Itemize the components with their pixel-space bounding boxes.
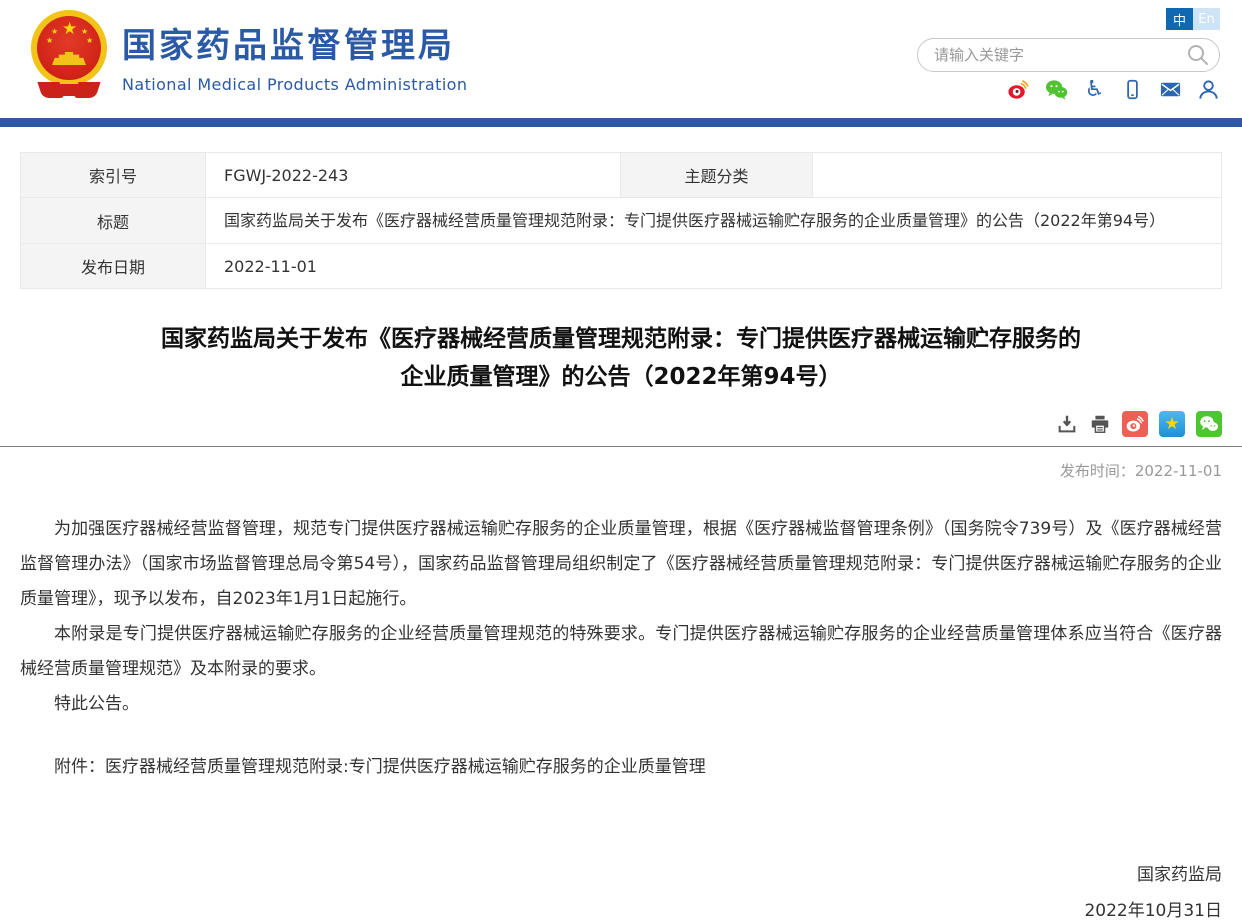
table-row: 索引号 FGWJ-2022-243 主题分类 bbox=[21, 153, 1222, 198]
user-icon[interactable] bbox=[1197, 78, 1220, 101]
wechat-share-icon[interactable] bbox=[1196, 411, 1222, 437]
emblem-star: ★ bbox=[86, 37, 93, 45]
emblem-star: ★ bbox=[81, 28, 88, 36]
article-paragraph: 本附录是专门提供医疗器械运输贮存服务的企业经营质量管理规范的特殊要求。专门提供医… bbox=[20, 617, 1222, 687]
download-icon[interactable] bbox=[1056, 413, 1078, 435]
wechat-icon[interactable] bbox=[1045, 78, 1068, 101]
meta-label-date: 发布日期 bbox=[21, 244, 206, 289]
title-divider bbox=[0, 446, 1242, 447]
article-title-line2: 企业质量管理》的公告（2022年第94号） bbox=[20, 358, 1222, 396]
signature-agency: 国家药监局 bbox=[20, 863, 1222, 887]
search-icon[interactable] bbox=[1186, 43, 1210, 67]
accessibility-icon[interactable]: ♿ bbox=[1083, 78, 1106, 101]
print-icon[interactable] bbox=[1089, 413, 1111, 435]
article-title: 国家药监局关于发布《医疗器械经营质量管理规范附录：专门提供医疗器械运输贮存服务的… bbox=[20, 320, 1222, 396]
site-subtitle: National Medical Products Administration bbox=[122, 75, 467, 94]
search-input[interactable] bbox=[917, 38, 1220, 72]
header-divider-bar bbox=[0, 118, 1242, 127]
site-search bbox=[917, 38, 1220, 72]
meta-label-category: 主题分类 bbox=[621, 153, 813, 198]
site-header: ★ ★ ★ ★ ★ 国家药品监督管理局 National Medical Pro… bbox=[0, 0, 1242, 118]
emblem-ribbon bbox=[58, 84, 80, 96]
emblem-star: ★ bbox=[62, 21, 77, 38]
article-signature: 国家药监局 2022年10月31日 bbox=[20, 863, 1222, 923]
article-body: 为加强医疗器械经营监督管理，规范专门提供医疗器械运输贮存服务的企业质量管理，根据… bbox=[20, 512, 1222, 722]
meta-value-category bbox=[813, 153, 1222, 198]
national-emblem-logo: ★ ★ ★ ★ ★ bbox=[28, 8, 110, 104]
email-icon[interactable] bbox=[1159, 78, 1182, 101]
meta-value-date: 2022-11-01 bbox=[206, 244, 1222, 289]
lang-en-button[interactable]: En bbox=[1193, 8, 1220, 30]
meta-label-index: 索引号 bbox=[21, 153, 206, 198]
site-title: 国家药品监督管理局 bbox=[122, 18, 467, 67]
article-toolbar: ★ bbox=[20, 411, 1222, 437]
weibo-share-icon[interactable] bbox=[1122, 411, 1148, 437]
weibo-icon[interactable] bbox=[1007, 78, 1030, 101]
publish-time: 发布时间：2022-11-01 bbox=[20, 460, 1222, 481]
lang-zh-button[interactable]: 中 bbox=[1166, 8, 1193, 30]
header-quick-links: ♿ bbox=[1007, 78, 1220, 101]
article-paragraph: 特此公告。 bbox=[20, 687, 1222, 722]
emblem-star: ★ bbox=[46, 37, 53, 45]
article-paragraph: 为加强医疗器械经营监督管理，规范专门提供医疗器械运输贮存服务的企业质量管理，根据… bbox=[20, 512, 1222, 617]
attachment-link[interactable]: 附件：医疗器械经营质量管理规范附录:专门提供医疗器械运输贮存服务的企业质量管理 bbox=[20, 750, 1222, 785]
site-title-block: 国家药品监督管理局 National Medical Products Admi… bbox=[122, 18, 467, 94]
table-row: 发布日期 2022-11-01 bbox=[21, 244, 1222, 289]
document-meta-table: 索引号 FGWJ-2022-243 主题分类 标题 国家药监局关于发布《医疗器械… bbox=[20, 152, 1222, 289]
qzone-share-icon[interactable]: ★ bbox=[1159, 411, 1185, 437]
table-row: 标题 国家药监局关于发布《医疗器械经营质量管理规范附录：专门提供医疗器械运输贮存… bbox=[21, 198, 1222, 244]
mobile-icon[interactable] bbox=[1121, 78, 1144, 101]
meta-value-title: 国家药监局关于发布《医疗器械经营质量管理规范附录：专门提供医疗器械运输贮存服务的… bbox=[206, 198, 1222, 244]
emblem-star: ★ bbox=[51, 28, 58, 36]
article-title-line1: 国家药监局关于发布《医疗器械经营质量管理规范附录：专门提供医疗器械运输贮存服务的 bbox=[20, 320, 1222, 358]
meta-label-title: 标题 bbox=[21, 198, 206, 244]
language-toggle: 中 En bbox=[1166, 8, 1220, 30]
main-content: 索引号 FGWJ-2022-243 主题分类 标题 国家药监局关于发布《医疗器械… bbox=[0, 152, 1242, 923]
meta-value-index: FGWJ-2022-243 bbox=[206, 153, 621, 198]
signature-date: 2022年10月31日 bbox=[20, 899, 1222, 923]
